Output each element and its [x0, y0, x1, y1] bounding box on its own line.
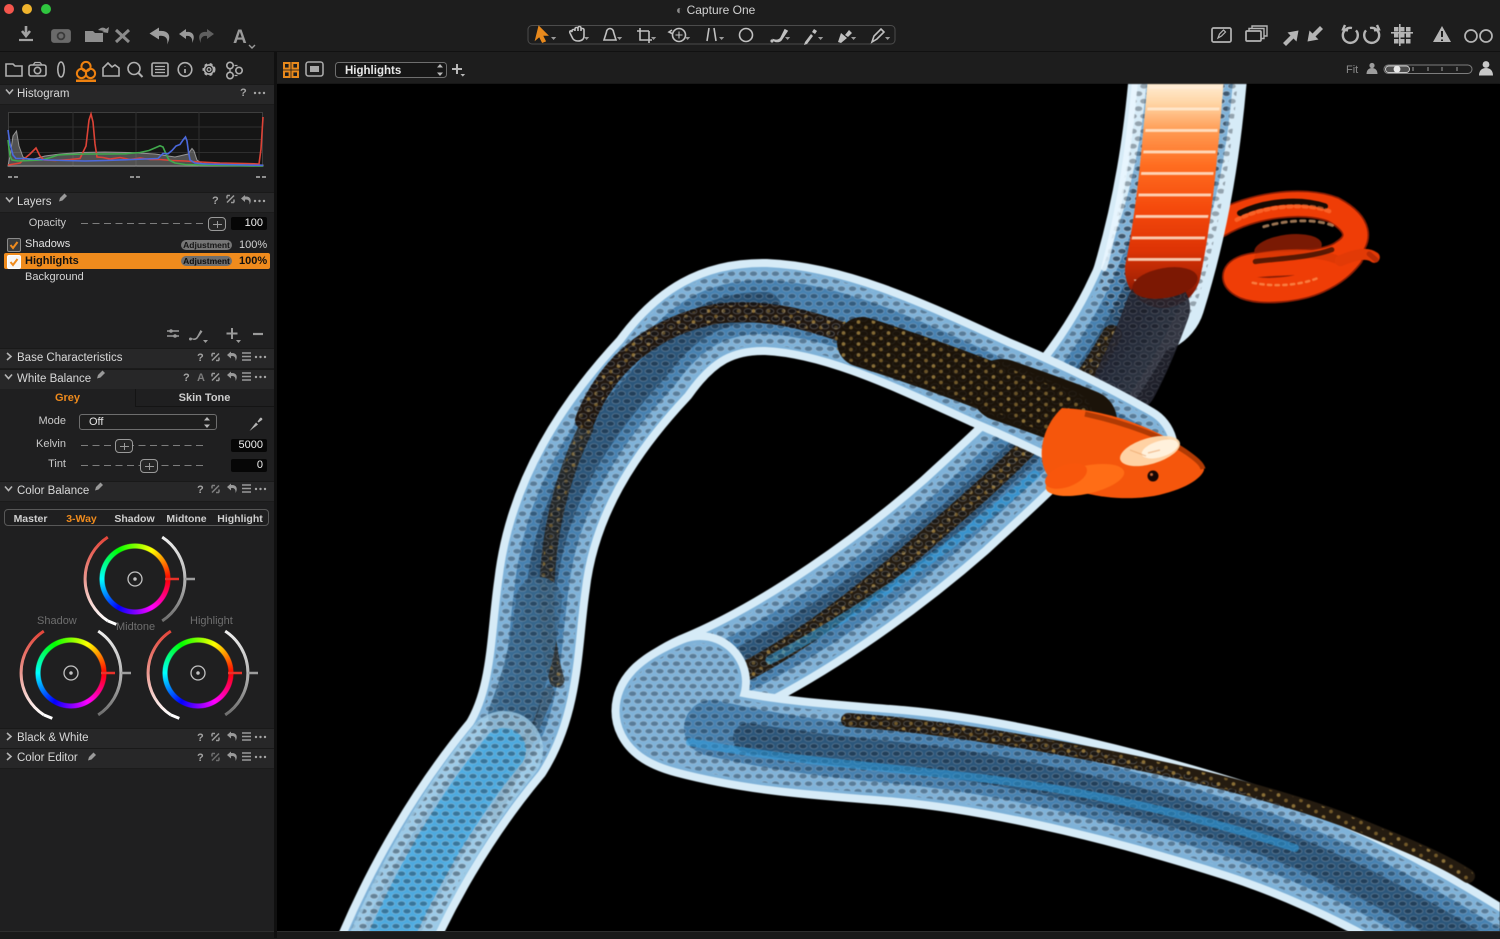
svg-text:?: ?	[183, 372, 190, 384]
svg-text:?: ?	[197, 752, 204, 764]
svg-text:Highlights: Highlights	[345, 65, 401, 77]
svg-text:?: ?	[197, 732, 204, 744]
svg-text:?: ?	[197, 484, 204, 496]
svg-text:?: ?	[240, 87, 247, 99]
svg-text:A: A	[233, 27, 247, 48]
svg-text:?: ?	[212, 195, 219, 207]
svg-text:?: ?	[197, 352, 204, 364]
svg-text:A: A	[197, 372, 205, 384]
svg-text:Fit: Fit	[1346, 64, 1358, 76]
